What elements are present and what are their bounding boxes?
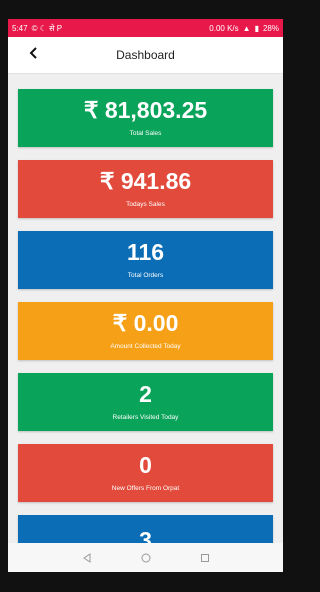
- status-left-icons: © ☾ से P: [31, 23, 63, 33]
- todays-sales-card[interactable]: ₹ 941.86 Todays Sales: [18, 160, 273, 218]
- amount-collected-card[interactable]: ₹ 0.00 Amount Collected Today: [18, 302, 273, 360]
- nav-back-button[interactable]: [80, 551, 94, 565]
- network-speed: 0.00 K/s: [209, 23, 239, 33]
- card-label: Total Sales: [129, 130, 162, 137]
- back-arrow-icon: [27, 46, 41, 65]
- circle-home-icon: [141, 553, 150, 562]
- card-value: 116: [126, 239, 165, 265]
- card-label: Todays Sales: [126, 201, 165, 208]
- retailers-visited-card[interactable]: 2 Retailers Visited Today: [18, 373, 273, 431]
- card-value: 0: [139, 452, 152, 478]
- card-label: Retailers Visited Today: [112, 414, 179, 421]
- card-value: ₹ 81,803.25: [83, 97, 208, 123]
- card-value: ₹ 0.00: [112, 310, 179, 336]
- card-label: Amount Collected Today: [110, 343, 181, 350]
- battery-level: 28%: [262, 23, 279, 33]
- card-value: 3: [139, 526, 152, 543]
- dashboard-content: ₹ 81,803.25 Total Sales ₹ 941.86 Todays …: [8, 73, 283, 543]
- back-button[interactable]: [24, 45, 44, 65]
- app-bar: Dashboard: [8, 37, 283, 74]
- card-value: ₹ 941.86: [99, 168, 192, 194]
- android-nav-bar: [8, 543, 283, 572]
- status-bar: 5:47 © ☾ से P 0.00 K/s ▲ ▮ 28%: [8, 19, 283, 37]
- partial-card[interactable]: 3: [18, 515, 273, 543]
- page-title: Dashboard: [116, 48, 175, 62]
- card-label: Total Orders: [127, 272, 164, 279]
- total-sales-card[interactable]: ₹ 81,803.25 Total Sales: [18, 89, 273, 147]
- triangle-back-icon: [82, 552, 90, 563]
- nav-home-button[interactable]: [139, 551, 153, 565]
- battery-icon: ▮: [254, 23, 259, 33]
- square-recent-icon: [200, 553, 209, 562]
- new-offers-card[interactable]: 0 New Offers From Orpat: [18, 444, 273, 502]
- card-value: 2: [139, 381, 152, 407]
- status-time: 5:47: [12, 23, 28, 33]
- total-orders-card[interactable]: 116 Total Orders: [18, 231, 273, 289]
- card-label: New Offers From Orpat: [111, 485, 180, 492]
- signal-icon: ▲: [242, 23, 251, 33]
- nav-recent-button[interactable]: [198, 551, 212, 565]
